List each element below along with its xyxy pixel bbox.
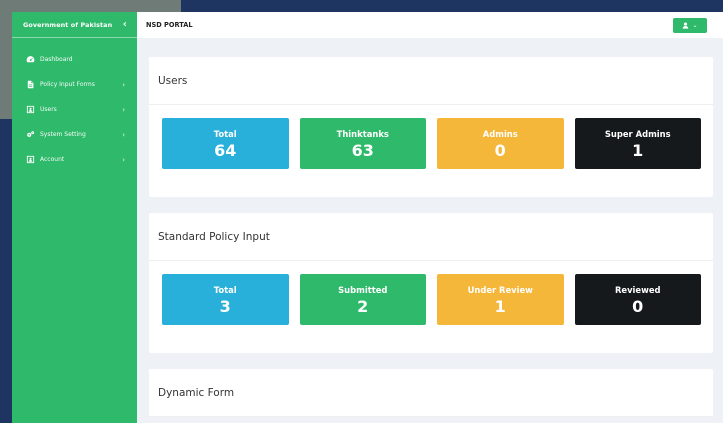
dashboard-icon	[25, 55, 35, 65]
sidebar-item-label: Users	[40, 106, 57, 113]
sidebar-item-system-setting[interactable]: System Setting ›	[12, 122, 137, 147]
stat-value: 63	[351, 140, 374, 160]
stat-label: Admins	[482, 128, 518, 139]
stats-row: Total 3 Submitted 2 Under Review 1 Revie…	[149, 261, 713, 353]
sidebar-nav: Dashboard Policy Input Forms › Users › S…	[12, 38, 137, 172]
collapse-sidebar-icon[interactable]: ‹	[123, 19, 127, 30]
main-content: Users Total 64 Thinktanks 63 Admins 0 Su…	[137, 38, 723, 423]
user-icon	[683, 22, 689, 29]
user-menu-button[interactable]: ⌄	[673, 17, 707, 33]
stat-label: Total	[213, 284, 237, 295]
sidebar-item-label: System Setting	[40, 131, 86, 138]
stat-value: 0	[494, 140, 506, 160]
stat-value: 64	[214, 140, 237, 160]
panel-title: Dynamic Form	[149, 369, 713, 417]
top-bar: NSD PORTAL ⌄	[137, 12, 723, 38]
app-window: Government of Pakistan ‹ Dashboard Polic…	[12, 12, 723, 423]
panel-title: Standard Policy Input	[149, 213, 713, 261]
stat-label: Total	[213, 128, 237, 139]
stats-row: Total 64 Thinktanks 63 Admins 0 Super Ad…	[149, 105, 713, 197]
sidebar-item-label: Dashboard	[40, 56, 73, 63]
sidebar-item-label: Account	[40, 156, 65, 163]
sidebar: Government of Pakistan ‹ Dashboard Polic…	[12, 12, 137, 423]
panel-title: Users	[149, 57, 713, 105]
account-icon	[25, 155, 35, 165]
stat-label: Under Review	[467, 284, 533, 295]
stat-value: 3	[219, 296, 231, 316]
sidebar-item-account[interactable]: Account ›	[12, 147, 137, 172]
sidebar-header: Government of Pakistan ‹	[12, 12, 137, 38]
stat-value: 1	[494, 296, 506, 316]
stat-value: 2	[357, 296, 369, 316]
users-panel: Users Total 64 Thinktanks 63 Admins 0 Su…	[149, 57, 713, 197]
users-icon	[25, 105, 35, 115]
sidebar-item-dashboard[interactable]: Dashboard	[12, 47, 137, 72]
sidebar-item-users[interactable]: Users ›	[12, 97, 137, 122]
stat-label: Thinktanks	[336, 128, 389, 139]
stat-value: 1	[632, 140, 644, 160]
portal-title: NSD PORTAL	[146, 21, 193, 29]
stat-card-submitted[interactable]: Submitted 2	[299, 274, 426, 325]
stat-card-super-admins[interactable]: Super Admins 1	[574, 118, 701, 169]
stat-card-admins[interactable]: Admins 0	[437, 118, 564, 169]
chevron-down-icon: ⌄	[692, 21, 698, 29]
stat-card-reviewed[interactable]: Reviewed 0	[574, 274, 701, 325]
chevron-right-icon: ›	[122, 130, 125, 139]
chevron-right-icon: ›	[122, 105, 125, 114]
stat-card-thinktanks[interactable]: Thinktanks 63	[299, 118, 426, 169]
stat-card-total-users[interactable]: Total 64	[162, 118, 289, 169]
standard-policy-input-panel: Standard Policy Input Total 3 Submitted …	[149, 213, 713, 353]
sidebar-item-label: Policy Input Forms	[40, 81, 95, 88]
stat-label: Reviewed	[614, 284, 661, 295]
chevron-right-icon: ›	[122, 155, 125, 164]
sidebar-item-policy-input-forms[interactable]: Policy Input Forms ›	[12, 72, 137, 97]
stat-card-total-inputs[interactable]: Total 3	[162, 274, 289, 325]
chevron-right-icon: ›	[122, 80, 125, 89]
stat-label: Submitted	[338, 284, 388, 295]
stat-value: 0	[632, 296, 644, 316]
file-icon	[25, 80, 35, 90]
sidebar-title: Government of Pakistan	[23, 20, 113, 29]
dynamic-form-panel: Dynamic Form	[149, 369, 713, 417]
stat-card-under-review[interactable]: Under Review 1	[437, 274, 564, 325]
gears-icon	[25, 130, 35, 140]
stat-label: Super Admins	[604, 128, 671, 139]
